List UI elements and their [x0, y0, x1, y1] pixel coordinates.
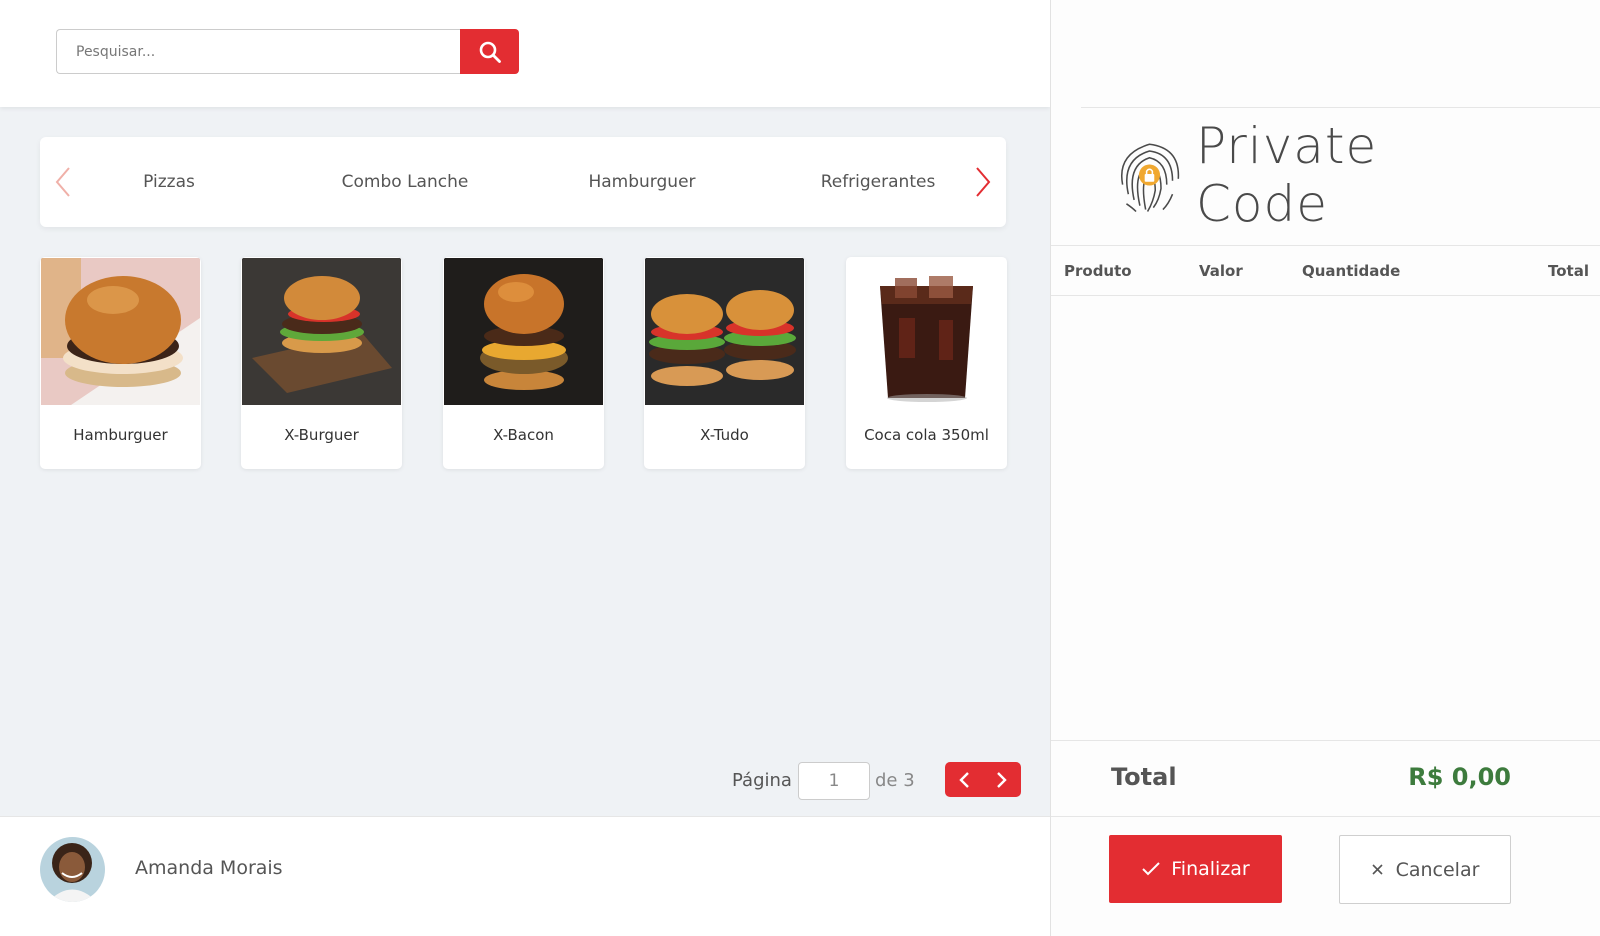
total-label: Total [1111, 763, 1177, 791]
brand-name: Private Code [1195, 117, 1378, 233]
next-page-button[interactable] [983, 762, 1021, 797]
chevron-right-icon [976, 167, 991, 197]
divider [1081, 107, 1600, 108]
column-header-product: Produto [1064, 262, 1132, 280]
product-card[interactable]: Coca cola 350ml [846, 257, 1007, 469]
product-card[interactable]: X-Burguer [241, 257, 402, 469]
product-image [41, 258, 200, 405]
avatar[interactable] [40, 837, 105, 902]
search-input[interactable] [56, 29, 462, 74]
finalize-label: Finalizar [1171, 858, 1250, 880]
product-name: X-Tudo [700, 426, 749, 444]
cart-panel: Private Code Produto Valor Quantidade To… [1050, 0, 1600, 936]
cart-total-row: Total R$ 0,00 [1051, 740, 1600, 817]
search-bar [0, 0, 1050, 107]
user-name: Amanda Morais [135, 857, 283, 879]
search-icon [479, 41, 501, 63]
category-refrigerantes[interactable]: Refrigerantes [778, 137, 978, 227]
page-label: Página [732, 770, 792, 791]
previous-page-button[interactable] [945, 762, 983, 797]
chevron-right-icon [997, 771, 1007, 788]
category-pizzas[interactable]: Pizzas [69, 137, 269, 227]
cancel-label: Cancelar [1395, 858, 1480, 881]
column-header-quantity: Quantidade [1302, 262, 1401, 280]
product-card[interactable]: Hamburguer [40, 257, 201, 469]
finalize-button[interactable]: Finalizar [1109, 835, 1282, 903]
category-carousel: Pizzas Combo Lanche Hamburguer Refrigera… [40, 137, 1006, 227]
page-number-input[interactable] [798, 762, 870, 800]
product-image [444, 258, 603, 405]
product-card[interactable]: X-Tudo [644, 257, 805, 469]
column-header-total: Total [1548, 262, 1589, 280]
product-grid: Hamburguer X-Burguer X-Bacon X-Tudo Coca… [40, 257, 1010, 469]
category-combo-lanche[interactable]: Combo Lanche [305, 137, 505, 227]
cart-table-header: Produto Valor Quantidade Total [1051, 245, 1600, 296]
category-next-button[interactable] [968, 165, 998, 199]
product-image [645, 258, 804, 405]
user-avatar-image [40, 837, 105, 902]
total-value: R$ 0,00 [1408, 763, 1511, 791]
product-image [242, 258, 401, 405]
page-nav-buttons [945, 762, 1021, 797]
chevron-left-icon [959, 771, 969, 788]
product-name: X-Burguer [284, 426, 359, 444]
product-name: Hamburguer [73, 426, 168, 444]
check-icon [1142, 862, 1160, 876]
product-image [847, 258, 1006, 405]
product-name: X-Bacon [493, 426, 554, 444]
category-hamburguer[interactable]: Hamburguer [542, 137, 742, 227]
search-button[interactable] [460, 29, 519, 74]
product-name: Coca cola 350ml [864, 426, 989, 444]
user-bar: Amanda Morais [0, 816, 1050, 936]
cart-items-list [1051, 296, 1600, 740]
product-card[interactable]: X-Bacon [443, 257, 604, 469]
fingerprint-lock-icon [1120, 143, 1180, 213]
column-header-value: Valor [1199, 262, 1243, 280]
cancel-button[interactable]: Cancelar [1339, 835, 1511, 904]
close-icon [1372, 864, 1383, 875]
page-count: de 3 [875, 770, 915, 791]
brand-logo: Private Code [1113, 117, 1513, 233]
product-panel: Pizzas Combo Lanche Hamburguer Refrigera… [0, 0, 1050, 936]
